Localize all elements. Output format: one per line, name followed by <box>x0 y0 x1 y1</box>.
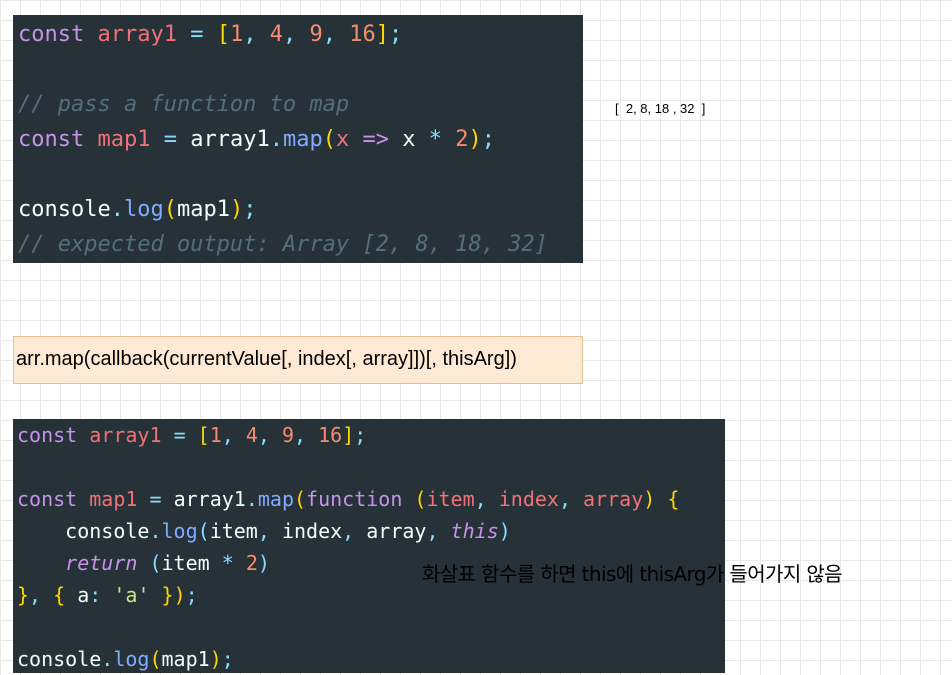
syntax-box: arr.map(callback(currentValue[, index[, … <box>13 336 583 384</box>
result-output: [ 2, 8, 18 , 32 ] <box>615 101 706 116</box>
code-block-2-line: console.log(item, index, array, this) <box>65 519 511 543</box>
code-block-1-line <box>18 52 583 87</box>
code-block-2-line <box>17 611 725 643</box>
code-block-2-line: const array1 = [1, 4, 9, 16]; <box>17 423 367 447</box>
code-block-1-line <box>18 157 583 192</box>
code-block-1-line: // expected output: Array [2, 8, 18, 32] <box>18 232 548 257</box>
code-block-1-line: // pass a function to map <box>18 92 350 117</box>
code-block-1-line: console.log(map1); <box>18 197 257 222</box>
code-block-this-arg-example: const array1 = [1, 4, 9, 16]; const map1… <box>13 419 725 673</box>
note-text: 화살표 함수를 하면 this에 thisArg가 들어가지 않음 <box>422 562 843 586</box>
code-block-1-line: const array1 = [1, 4, 9, 16]; <box>18 22 403 47</box>
code-block-2-line: console.log(map1); <box>17 647 234 671</box>
code-block-map-example: const array1 = [1, 4, 9, 16]; // pass a … <box>13 15 583 263</box>
code-block-2-line <box>17 451 725 483</box>
code-block-1-line: const map1 = array1.map(x => x * 2); <box>18 127 495 152</box>
code-block-2-line: const map1 = array1.map(function (item, … <box>17 487 680 511</box>
